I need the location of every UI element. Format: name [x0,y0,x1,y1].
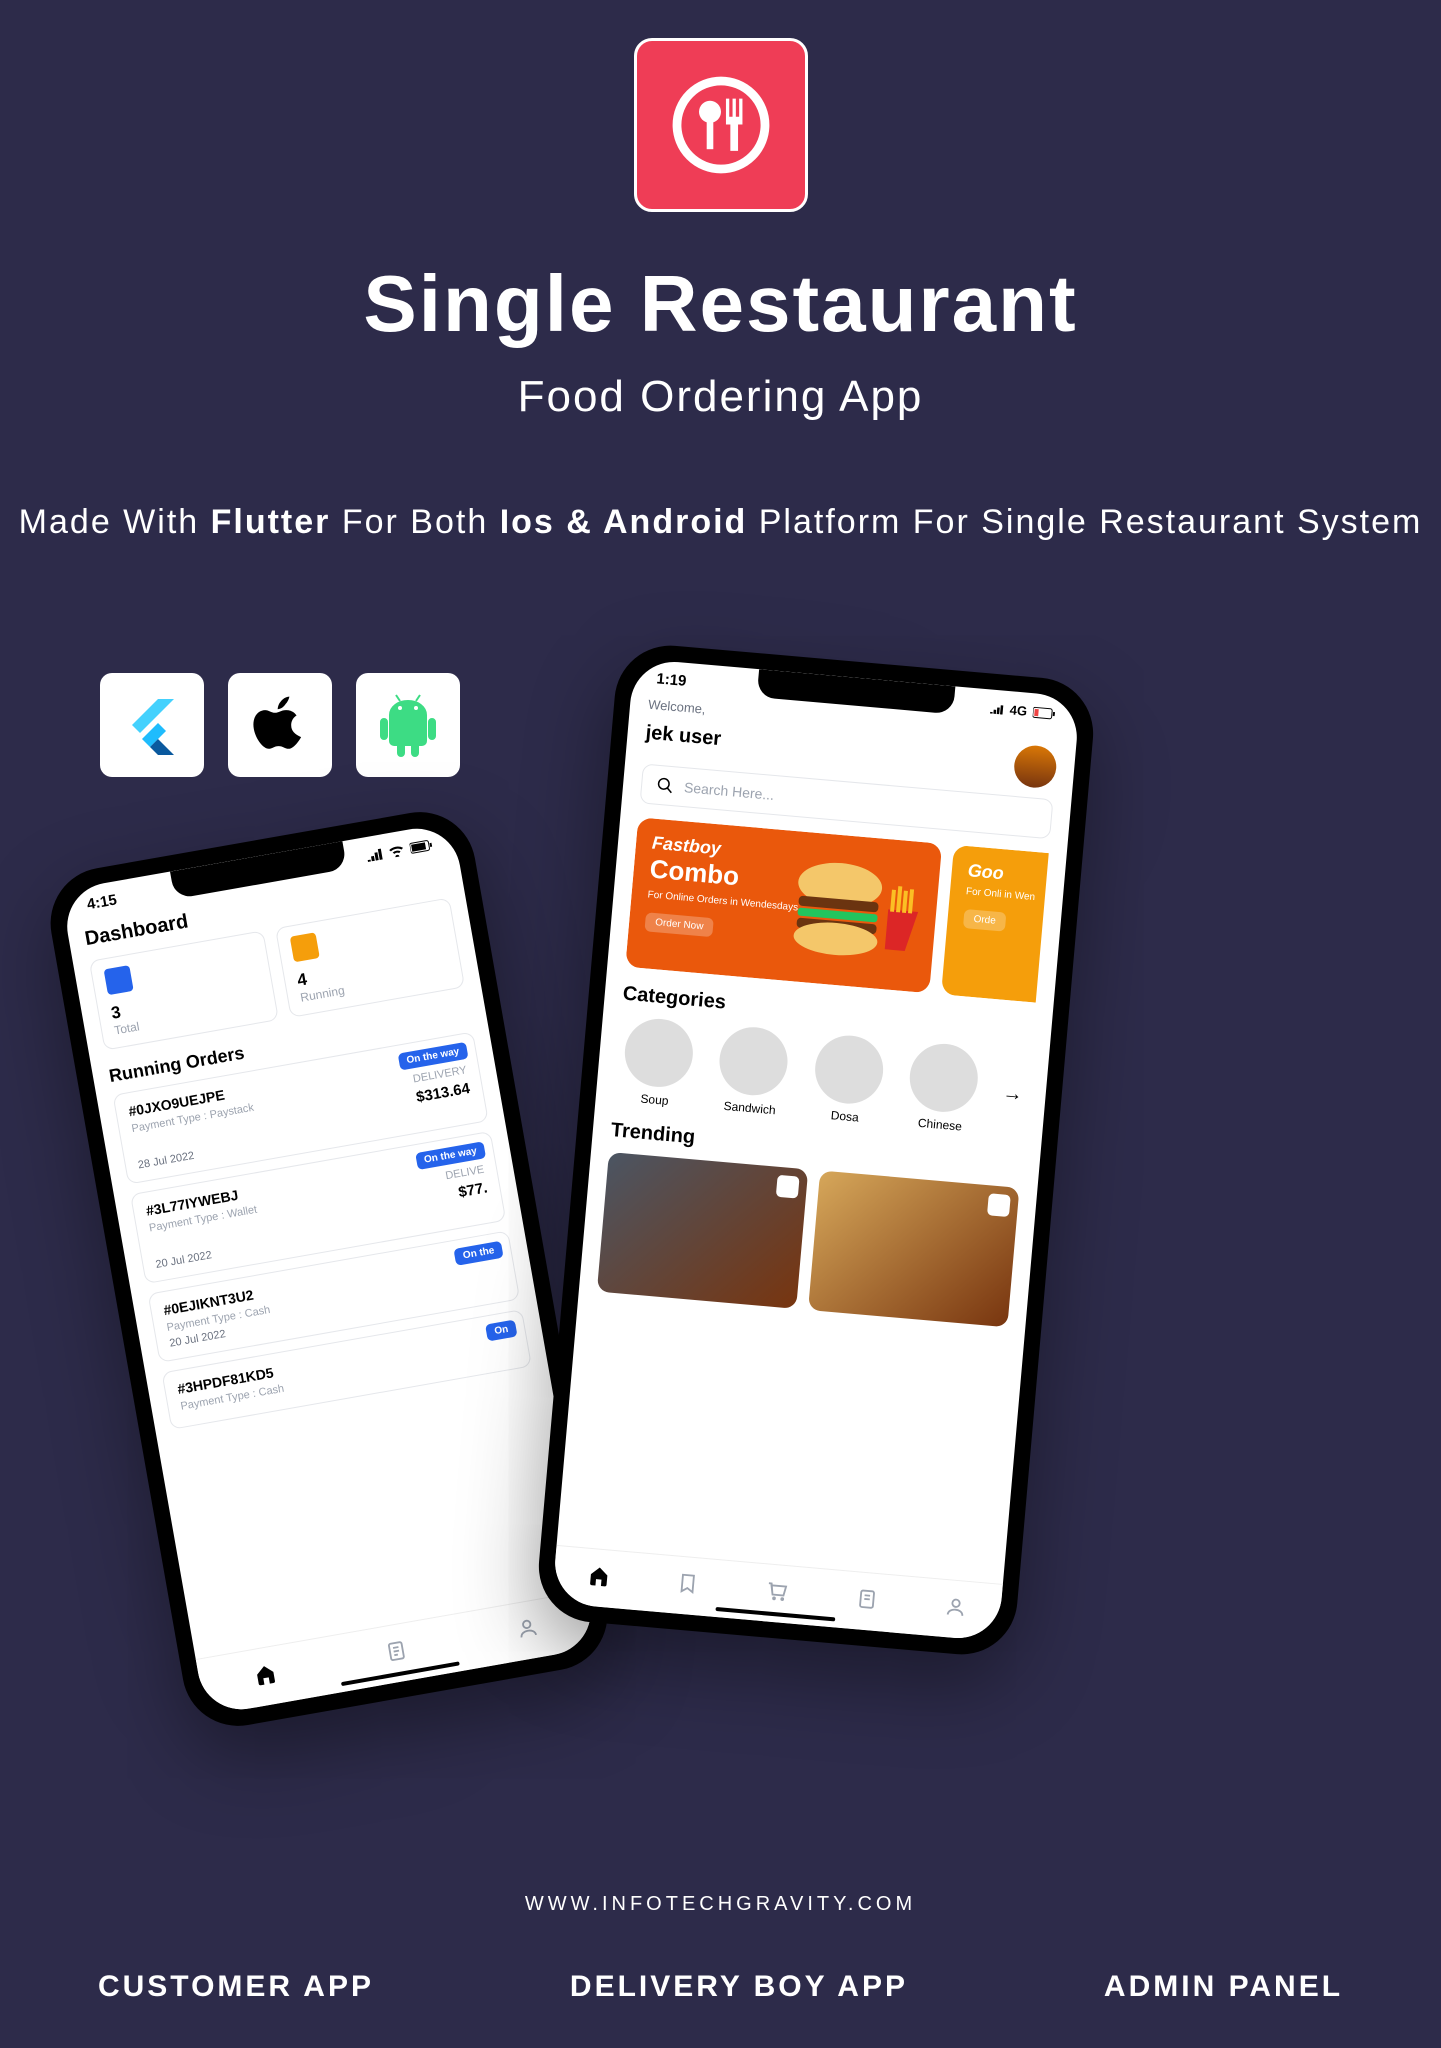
promo-banner[interactable]: Goo For Onli in Wen Orde [941,845,1049,1003]
platform-badges [100,673,460,777]
order-now-button[interactable]: Order Now [644,912,714,937]
phone-mockup-dashboard: 4:15 Dashboard 3 Total [42,803,617,1734]
footer-link: ADMIN PANEL [1104,1970,1343,2004]
page-title: Single Restaurant [0,258,1441,350]
box-icon [290,932,320,962]
promo-banner[interactable]: Fastboy Combo For Online Orders in Wende… [625,817,942,993]
nav-bookmark-icon[interactable] [676,1571,700,1601]
order-price: $77. [457,1179,489,1201]
nav-home-icon[interactable] [253,1661,280,1692]
desc-text: Made With [19,503,211,541]
search-icon [655,776,675,796]
category-item[interactable]: Soup [613,1015,702,1110]
category-label: Soup [613,1089,695,1110]
bottom-nav [196,1590,598,1716]
page-description: Made With Flutter For Both Ios & Android… [0,496,1441,549]
banner-brand: Goo [967,860,1049,889]
category-label: Dosa [804,1106,886,1127]
banner-subtitle: For Onli in Wen [965,885,1048,906]
nav-cart-icon[interactable] [765,1579,789,1609]
status-badge: On [485,1320,517,1342]
desc-bold: Flutter [211,503,331,541]
statusbar-time: 4:15 [86,891,119,913]
search-placeholder: Search Here... [683,779,774,803]
nav-profile-icon[interactable] [514,1615,541,1646]
more-arrow-icon[interactable]: → [996,1078,1029,1111]
footer-links: CUSTOMER APP DELIVERY BOY APP ADMIN PANE… [0,1970,1441,2004]
android-icon [356,673,460,777]
nav-home-icon[interactable] [586,1563,610,1593]
desc-bold: Ios & Android [500,503,748,541]
category-item[interactable]: Chinese [899,1040,988,1135]
flutter-icon [100,673,204,777]
stat-card-total[interactable]: 3 Total [89,930,279,1050]
bottom-nav [552,1545,1003,1642]
page-subtitle: Food Ordering App [0,372,1441,422]
order-button[interactable]: Orde [963,909,1007,932]
category-label: Sandwich [708,1098,790,1119]
phone-mockup-customer: 1:19 4G Welcome, jek user Search Here... [534,641,1098,1659]
username: jek user [645,721,722,751]
footer-link: DELIVERY BOY APP [570,1970,908,2004]
apple-icon [228,673,332,777]
nav-profile-icon[interactable] [943,1595,967,1625]
footer-link: CUSTOMER APP [98,1970,374,2004]
statusbar-icons: 4G [989,700,1056,723]
desc-text: For Both [330,503,499,541]
category-item[interactable]: Dosa [804,1032,893,1127]
category-item[interactable]: Sandwich [708,1024,797,1119]
nav-orders-icon[interactable] [384,1638,411,1669]
desc-text: Platform For Single Restaurant System [747,503,1422,541]
nav-orders-icon[interactable] [854,1587,878,1617]
trending-item[interactable] [597,1152,808,1309]
bookmark-icon[interactable] [987,1193,1011,1217]
bookmark-icon[interactable] [776,1175,800,1199]
statusbar-time: 1:19 [656,670,687,690]
burger-image [783,851,932,973]
bag-icon [104,965,134,995]
app-logo [634,38,808,212]
avatar[interactable] [1012,744,1058,790]
stat-card-running[interactable]: 4 Running [275,897,465,1017]
trending-item[interactable] [808,1170,1019,1327]
signal-label: 4G [1009,702,1028,718]
category-label: Chinese [899,1114,981,1135]
website-url: WWW.INFOTECHGRAVITY.COM [0,1893,1441,1916]
